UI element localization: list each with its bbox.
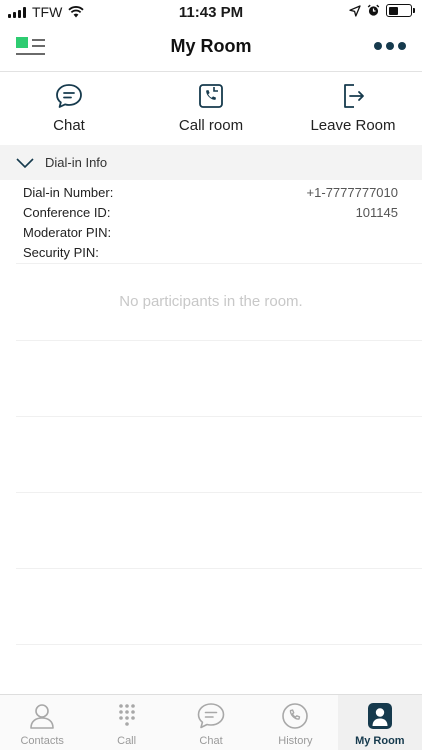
call-room-button[interactable]: Call room: [141, 83, 281, 134]
list-divider: [16, 416, 422, 417]
dial-in-number-key: Dial-in Number:: [23, 185, 114, 200]
more-dots-icon[interactable]: [374, 42, 406, 50]
tab-contacts-label: Contacts: [20, 735, 64, 747]
tab-call-label: Call: [117, 735, 137, 747]
security-pin-row: Security PIN:: [0, 242, 422, 262]
chat-bubble-icon: [56, 84, 82, 108]
chevron-down-icon: [16, 157, 34, 168]
leave-room-icon: [344, 84, 364, 108]
chat-action-label: Chat: [53, 117, 85, 134]
dial-in-number-value[interactable]: +1-7777777010: [307, 185, 398, 200]
leave-room-button[interactable]: Leave Room: [283, 83, 422, 134]
tab-call[interactable]: Call: [84, 695, 168, 750]
tab-history-label: History: [278, 735, 313, 747]
empty-participants-message: No participants in the room.: [119, 293, 303, 310]
security-pin-key: Security PIN:: [23, 245, 99, 260]
tab-my-room-label: My Room: [355, 735, 405, 747]
list-divider: [16, 340, 422, 341]
status-icons: [349, 4, 415, 17]
list-divider: [16, 492, 422, 493]
history-icon: [282, 703, 309, 729]
list-divider: [16, 568, 422, 569]
tab-contacts[interactable]: Contacts: [0, 695, 84, 750]
conference-id-row: Conference ID: 101145: [0, 202, 422, 222]
list-divider: [16, 644, 422, 645]
room-actions: Chat Call room Leave Room: [0, 73, 422, 145]
battery-icon: [386, 4, 415, 17]
contacts-icon: [30, 704, 55, 729]
moderator-pin-row: Moderator PIN:: [0, 222, 422, 242]
page-title: My Room: [170, 36, 252, 56]
tab-history[interactable]: History: [253, 695, 337, 750]
leave-room-label: Leave Room: [310, 117, 396, 134]
my-room-icon: [367, 703, 392, 729]
location-arrow-icon: [349, 4, 361, 17]
dial-in-section-label: Dial-in Info: [45, 155, 108, 170]
conference-id-key: Conference ID:: [23, 205, 111, 220]
alarm-icon: [367, 4, 380, 16]
dial-in-details: Dial-in Number: +1-7777777010 Conference…: [0, 182, 422, 262]
call-room-label: Call room: [178, 117, 244, 134]
tab-my-room[interactable]: My Room: [337, 695, 422, 750]
dial-in-number-row: Dial-in Number: +1-7777777010: [0, 182, 422, 202]
conference-id-value: 101145: [355, 205, 398, 220]
status-bar: TFW 11:43 PM: [0, 0, 422, 24]
chat-icon: [197, 703, 225, 729]
dial-in-info-toggle[interactable]: Dial-in Info: [0, 145, 422, 180]
moderator-pin-key: Moderator PIN:: [23, 225, 112, 240]
navigation-bar: My Room: [0, 24, 422, 72]
tab-bar: Contacts Call Chat History My Room: [0, 694, 422, 750]
phone-call-icon: [199, 84, 223, 108]
tab-chat[interactable]: Chat: [169, 695, 253, 750]
list-divider: [16, 263, 422, 264]
tab-chat-label: Chat: [199, 735, 223, 747]
dialpad-icon: [118, 704, 135, 726]
chat-action-button[interactable]: Chat: [0, 83, 139, 134]
